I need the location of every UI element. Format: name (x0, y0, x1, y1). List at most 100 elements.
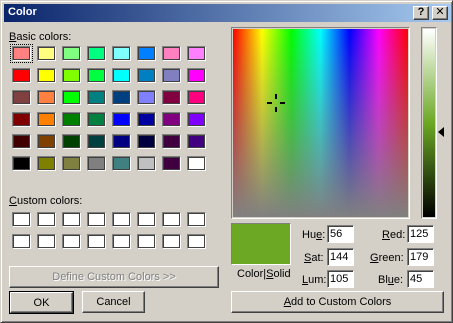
basic-color-swatch[interactable] (10, 44, 33, 63)
basic-color-swatch[interactable] (137, 134, 156, 149)
basic-color-swatch[interactable] (112, 68, 131, 83)
add-to-custom-colors-button[interactable]: Add to Custom Colors (231, 291, 444, 313)
basic-color-swatch[interactable] (162, 112, 181, 127)
basic-color-swatch[interactable] (62, 46, 81, 61)
lum-field[interactable] (327, 270, 354, 288)
basic-color-swatch[interactable] (62, 134, 81, 149)
basic-color-swatch[interactable] (62, 156, 81, 171)
basic-color-swatch[interactable] (87, 134, 106, 149)
basic-color-swatch[interactable] (87, 156, 106, 171)
luminosity-bar[interactable] (423, 29, 435, 217)
basic-color-swatch[interactable] (187, 112, 206, 127)
basic-color-swatch[interactable] (137, 90, 156, 105)
basic-color-swatch[interactable] (162, 46, 181, 61)
swatch-fill (38, 91, 55, 104)
swatch-fill (188, 91, 205, 104)
basic-color-swatch[interactable] (37, 112, 56, 127)
basic-color-swatch[interactable] (112, 112, 131, 127)
custom-color-swatch[interactable] (162, 234, 181, 249)
swatch-fill (138, 69, 155, 82)
swatch-fill (113, 47, 130, 60)
custom-color-swatch[interactable] (37, 212, 56, 227)
custom-color-swatch[interactable] (62, 234, 81, 249)
custom-color-swatch[interactable] (87, 212, 106, 227)
basic-color-swatch[interactable] (62, 68, 81, 83)
swatch-fill (138, 91, 155, 104)
swatch-fill (188, 157, 205, 170)
close-button[interactable]: ✕ (432, 6, 448, 20)
swatch-fill (138, 235, 155, 248)
swatch-fill (63, 213, 80, 226)
hue-field[interactable] (327, 225, 354, 243)
basic-color-swatch[interactable] (12, 68, 31, 83)
swatch-fill (113, 157, 130, 170)
custom-color-swatch[interactable] (112, 212, 131, 227)
custom-color-swatch[interactable] (112, 234, 131, 249)
custom-color-swatch[interactable] (137, 234, 156, 249)
sat-field[interactable] (327, 248, 354, 266)
basic-color-swatch[interactable] (112, 156, 131, 171)
swatch-fill (13, 213, 30, 226)
basic-color-swatch[interactable] (112, 134, 131, 149)
basic-color-swatch[interactable] (87, 90, 106, 105)
basic-color-swatch[interactable] (187, 134, 206, 149)
basic-color-swatch[interactable] (137, 112, 156, 127)
basic-color-swatch[interactable] (162, 156, 181, 171)
help-button[interactable]: ? (413, 6, 429, 20)
basic-color-swatch[interactable] (112, 90, 131, 105)
swatch-fill (113, 113, 130, 126)
basic-color-swatch[interactable] (62, 90, 81, 105)
basic-color-swatch[interactable] (12, 134, 31, 149)
custom-color-swatch[interactable] (87, 234, 106, 249)
basic-color-swatch[interactable] (187, 46, 206, 61)
swatch-fill (163, 235, 180, 248)
basic-color-swatch[interactable] (37, 46, 56, 61)
define-custom-colors-button[interactable]: Define Custom Colors >> (9, 266, 219, 288)
basic-color-swatch[interactable] (137, 46, 156, 61)
basic-color-swatch[interactable] (187, 156, 206, 171)
basic-color-swatch[interactable] (162, 68, 181, 83)
basic-color-swatch[interactable] (62, 112, 81, 127)
arrow-left-icon[interactable] (437, 127, 445, 137)
window-title: Color (8, 6, 37, 18)
basic-color-swatch[interactable] (12, 156, 31, 171)
color-spectrum[interactable] (233, 29, 408, 217)
custom-color-swatch[interactable] (162, 212, 181, 227)
basic-color-swatch[interactable] (37, 68, 56, 83)
custom-color-swatch[interactable] (137, 212, 156, 227)
swatch-fill (163, 113, 180, 126)
basic-color-swatch[interactable] (87, 68, 106, 83)
blue-field[interactable] (407, 270, 434, 288)
custom-color-swatch[interactable] (187, 212, 206, 227)
basic-color-swatch[interactable] (187, 68, 206, 83)
cancel-button[interactable]: Cancel (82, 291, 145, 313)
basic-color-swatch[interactable] (162, 134, 181, 149)
custom-color-swatch[interactable] (12, 234, 31, 249)
basic-color-swatch[interactable] (162, 90, 181, 105)
help-icon: ? (417, 6, 425, 18)
basic-color-swatch[interactable] (12, 112, 31, 127)
basic-color-swatch[interactable] (137, 68, 156, 83)
basic-color-swatch[interactable] (137, 156, 156, 171)
basic-color-swatch[interactable] (87, 112, 106, 127)
swatch-fill (88, 91, 105, 104)
ok-button[interactable]: OK (9, 291, 74, 314)
custom-color-swatch[interactable] (187, 234, 206, 249)
swatch-fill (88, 135, 105, 148)
basic-color-swatch[interactable] (187, 90, 206, 105)
basic-color-swatch[interactable] (12, 90, 31, 105)
custom-color-swatch[interactable] (12, 212, 31, 227)
custom-color-swatch[interactable] (62, 212, 81, 227)
swatch-fill (138, 157, 155, 170)
swatch-fill (38, 235, 55, 248)
basic-color-swatch[interactable] (37, 90, 56, 105)
red-field[interactable] (407, 225, 434, 243)
custom-colors-label-rest: ustom colors: (16, 195, 83, 207)
close-icon: ✕ (435, 6, 445, 18)
custom-color-swatch[interactable] (37, 234, 56, 249)
basic-color-swatch[interactable] (37, 134, 56, 149)
basic-color-swatch[interactable] (37, 156, 56, 171)
basic-color-swatch[interactable] (112, 46, 131, 61)
basic-color-swatch[interactable] (87, 46, 106, 61)
green-field[interactable] (407, 248, 434, 266)
